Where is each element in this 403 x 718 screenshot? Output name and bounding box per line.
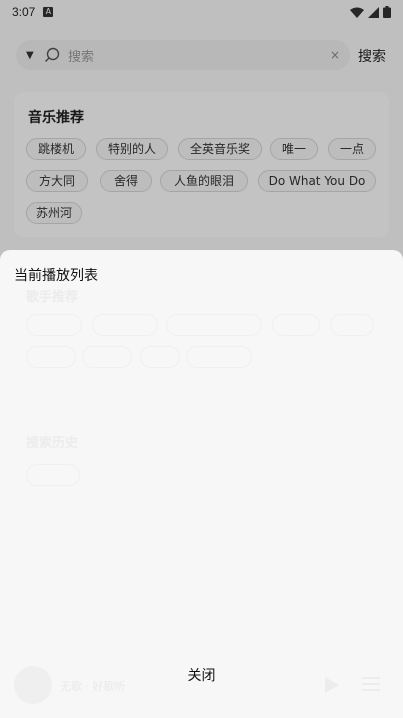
ghost-chip bbox=[272, 314, 320, 336]
ghost-chip bbox=[82, 346, 132, 368]
ghost-chip bbox=[140, 346, 180, 368]
close-button[interactable]: 关闭 bbox=[0, 658, 403, 694]
ghost-chip bbox=[330, 314, 374, 336]
playlist-sheet: 当前播放列表 歌手推荐 搜索历史 无歌 · 好歌听 关闭 bbox=[0, 250, 403, 718]
ghost-section-title: 歌手推荐 bbox=[26, 290, 79, 305]
ghost-chip bbox=[166, 314, 262, 336]
ghost-chip bbox=[186, 346, 252, 368]
ghost-history-title: 搜索历史 bbox=[26, 436, 79, 451]
sheet-title: 当前播放列表 bbox=[14, 268, 98, 284]
ghost-chip bbox=[26, 314, 82, 336]
ghost-chip bbox=[92, 314, 158, 336]
ghost-chip bbox=[26, 464, 80, 486]
ghost-chip bbox=[26, 346, 76, 368]
